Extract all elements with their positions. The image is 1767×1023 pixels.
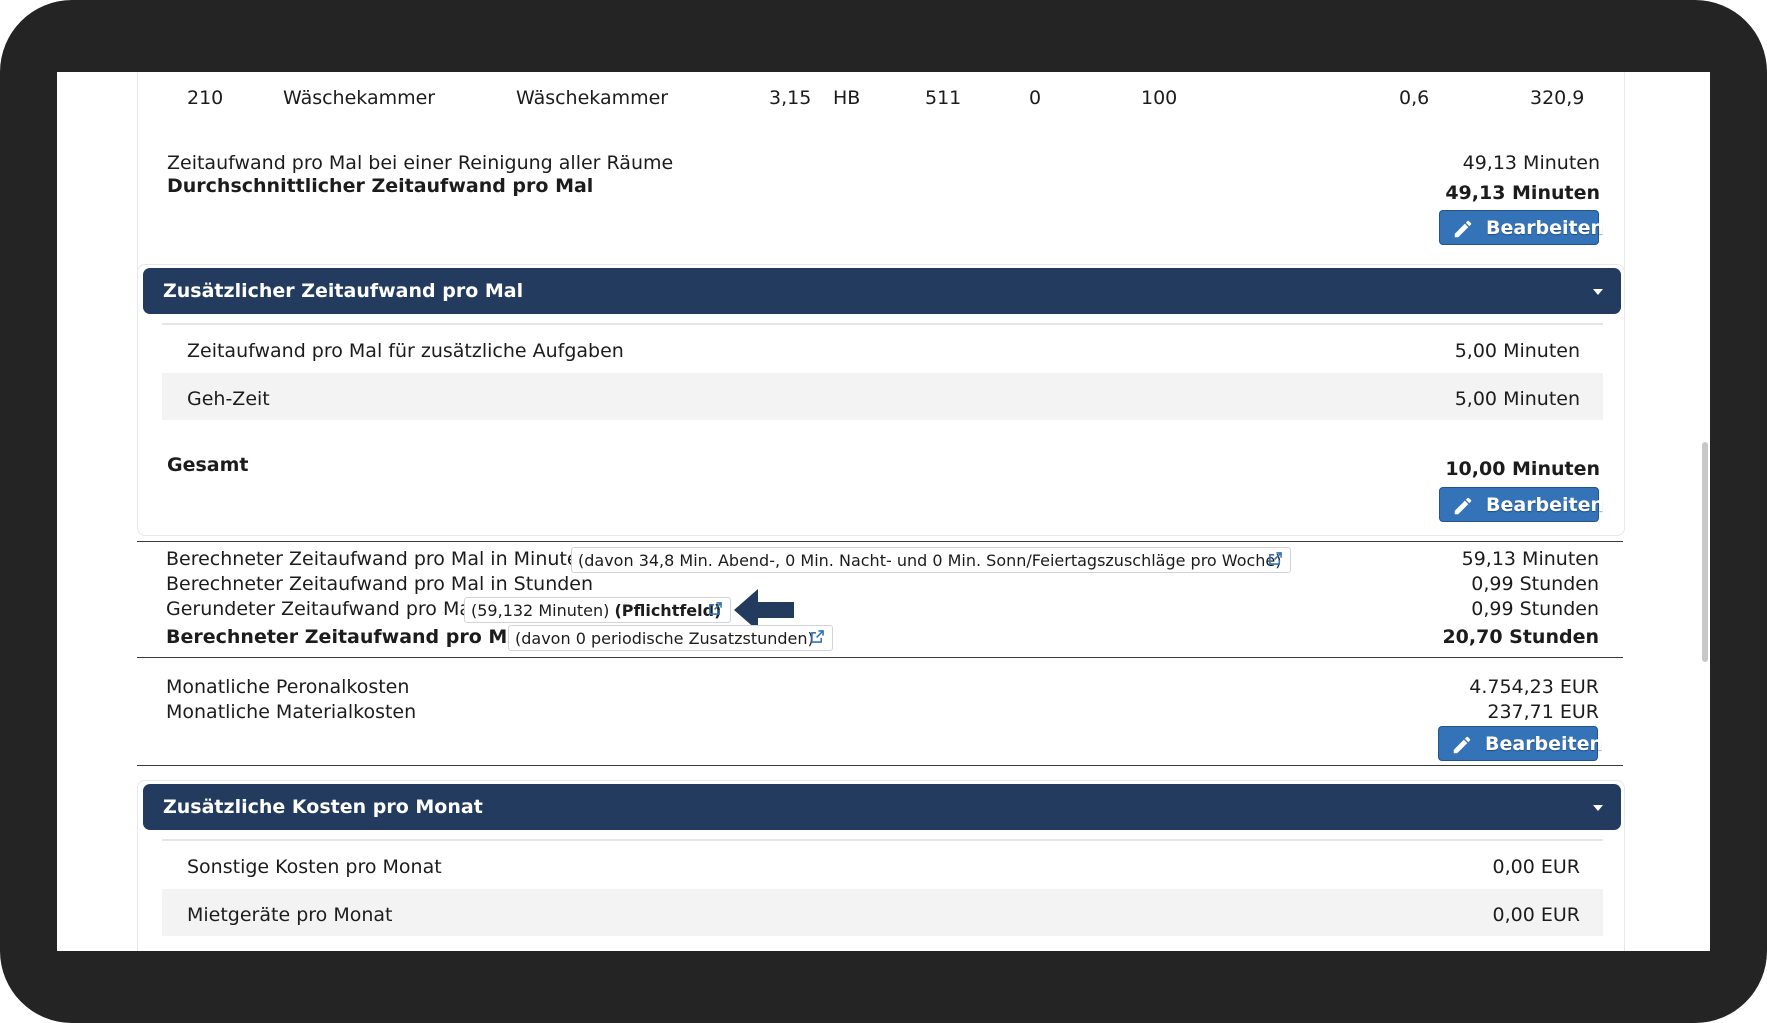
additional-costs-title: Zusätzliche Kosten pro Monat bbox=[163, 796, 483, 818]
edit-button-label: Bearbeiten bbox=[1486, 217, 1605, 239]
row-group: 511 bbox=[925, 87, 962, 109]
external-link-icon[interactable] bbox=[1269, 552, 1282, 565]
calc-minutes-chip[interactable]: (davon 34,8 Min. Abend-, 0 Min. Nacht- u… bbox=[571, 547, 1291, 573]
rental-label: Mietgeräte pro Monat bbox=[187, 904, 393, 926]
divider bbox=[137, 541, 1623, 542]
month-value: 20,70 Stunden bbox=[1442, 626, 1599, 648]
personnel-value: 4.754,23 EUR bbox=[1469, 676, 1599, 698]
all-rooms-label: Zeitaufwand pro Mal bei einer Reinigung … bbox=[167, 152, 674, 174]
calc-hours-value: 0,99 Stunden bbox=[1471, 573, 1599, 595]
avg-label: Durchschnittlicher Zeitaufwand pro Mal bbox=[167, 175, 594, 197]
all-rooms-value: 49,13 Minuten bbox=[1462, 152, 1600, 174]
extra-tasks-value: 5,00 Minuten bbox=[1454, 340, 1580, 362]
avg-value: 49,13 Minuten bbox=[1445, 182, 1600, 204]
calc-minutes-label: Berechneter Zeitaufwand pro Mal in Minut… bbox=[166, 548, 591, 570]
row-area: 3,15 bbox=[769, 87, 812, 109]
walk-time-value: 5,00 Minuten bbox=[1454, 388, 1580, 410]
row-type: Wäschekammer bbox=[516, 87, 669, 109]
extra-tasks-label: Zeitaufwand pro Mal für zusätzliche Aufg… bbox=[187, 340, 624, 362]
caret-down-icon[interactable] bbox=[1593, 805, 1603, 811]
row-code: HB bbox=[833, 87, 861, 109]
material-label: Monatliche Materialkosten bbox=[166, 701, 417, 723]
divider bbox=[137, 657, 1623, 658]
device-frame: 210 Wäschekammer Wäschekammer 3,15 HB 51… bbox=[0, 0, 1767, 1023]
rounded-value: 0,99 Stunden bbox=[1471, 598, 1599, 620]
calc-hours-label: Berechneter Zeitaufwand pro Mal in Stund… bbox=[166, 573, 594, 595]
external-link-icon[interactable] bbox=[709, 602, 722, 615]
rounded-chip-required: (Pflichtfeld) bbox=[614, 601, 722, 620]
divider bbox=[137, 765, 1623, 766]
app-screen: 210 Wäschekammer Wäschekammer 3,15 HB 51… bbox=[57, 72, 1710, 951]
divider bbox=[162, 839, 1603, 841]
divider bbox=[162, 323, 1603, 325]
calc-minutes-value: 59,13 Minuten bbox=[1461, 548, 1599, 570]
edit-button-label: Bearbeiten bbox=[1485, 733, 1604, 755]
edit-button-costs[interactable]: Bearbeiten bbox=[1438, 726, 1603, 761]
rounded-label: Gerundeter Zeitaufwand pro Mal bbox=[166, 598, 477, 620]
edit-button-rooms[interactable]: Bearbeiten bbox=[1439, 210, 1604, 245]
total-label: Gesamt bbox=[167, 454, 249, 476]
pencil-icon bbox=[1454, 220, 1472, 238]
pencil-icon bbox=[1453, 736, 1471, 754]
row-v1: 0 bbox=[1029, 87, 1042, 109]
month-chip[interactable]: (davon 0 periodische Zusatzstunden) bbox=[508, 625, 833, 651]
additional-time-title: Zusätzlicher Zeitaufwand pro Mal bbox=[163, 280, 524, 302]
pencil-icon bbox=[1454, 497, 1472, 515]
row-v2: 100 bbox=[1141, 87, 1178, 109]
row-name: Wäschekammer bbox=[283, 87, 436, 109]
other-costs-label: Sonstige Kosten pro Monat bbox=[187, 856, 442, 878]
total-value: 10,00 Minuten bbox=[1445, 458, 1600, 480]
caret-down-icon[interactable] bbox=[1593, 289, 1603, 295]
table-row-bg bbox=[162, 373, 1603, 420]
additional-costs-header[interactable]: Zusätzliche Kosten pro Monat bbox=[143, 784, 1621, 830]
material-value: 237,71 EUR bbox=[1487, 701, 1599, 723]
personnel-label: Monatliche Peronalkosten bbox=[166, 676, 410, 698]
scrollbar-thumb[interactable] bbox=[1702, 442, 1708, 662]
walk-time-label: Geh-Zeit bbox=[187, 388, 270, 410]
edit-button-label: Bearbeiten bbox=[1486, 494, 1605, 516]
calc-minutes-chip-text: (davon 34,8 Min. Abend-, 0 Min. Nacht- u… bbox=[578, 551, 1282, 570]
month-chip-text: (davon 0 periodische Zusatzstunden) bbox=[515, 629, 814, 648]
other-costs-value: 0,00 EUR bbox=[1492, 856, 1580, 878]
edit-button-additional-time[interactable]: Bearbeiten bbox=[1439, 487, 1604, 522]
month-label: Berechneter Zeitaufwand pro Monat bbox=[166, 626, 556, 648]
rounded-chip[interactable]: (59,132 Minuten) (Pflichtfeld) bbox=[464, 597, 731, 623]
row-v4: 320,9 bbox=[1530, 87, 1585, 109]
row-v3: 0,6 bbox=[1399, 87, 1430, 109]
rounded-chip-text: (59,132 Minuten) bbox=[471, 601, 610, 620]
row-nr: 210 bbox=[187, 87, 224, 109]
rental-value: 0,00 EUR bbox=[1492, 904, 1580, 926]
external-link-icon[interactable] bbox=[811, 630, 824, 643]
additional-time-header[interactable]: Zusätzlicher Zeitaufwand pro Mal bbox=[143, 268, 1621, 314]
